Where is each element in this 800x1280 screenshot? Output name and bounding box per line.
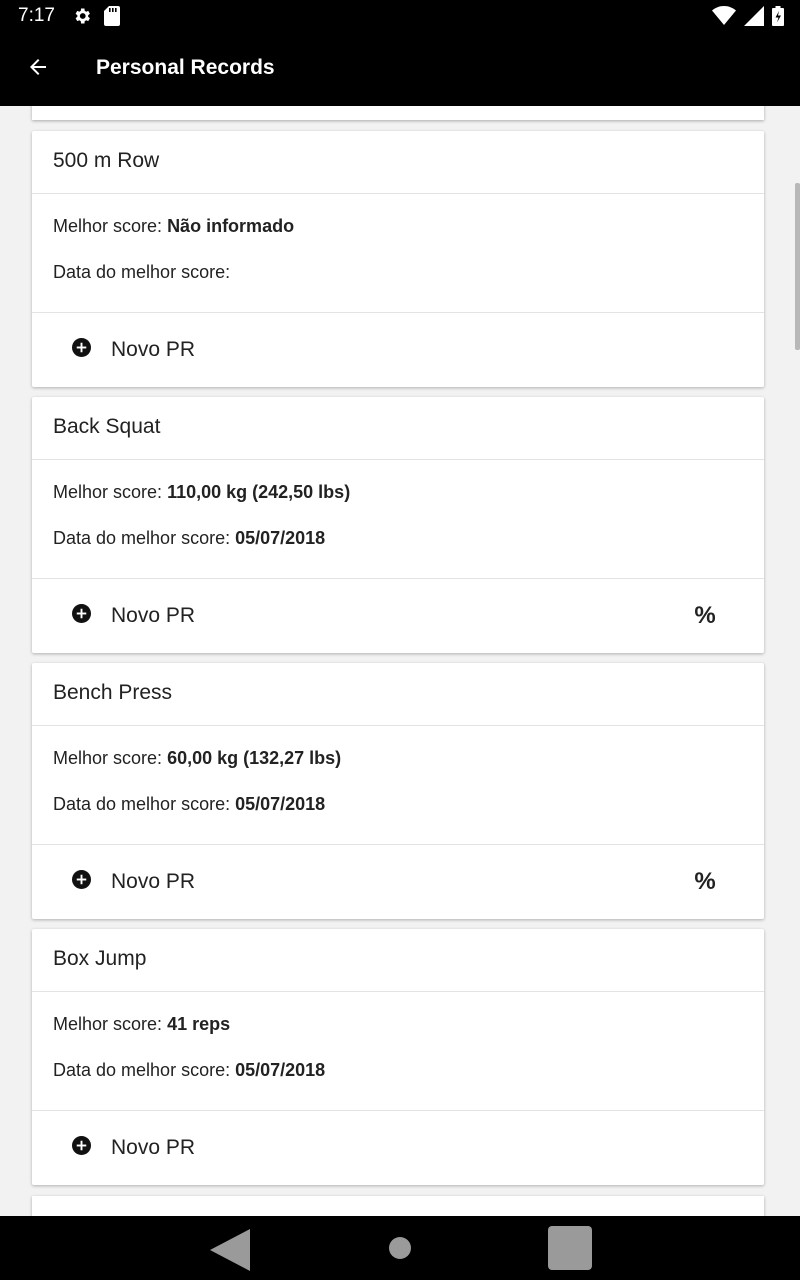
add-circle-icon: [72, 1135, 91, 1161]
record-name: 500 m Row: [32, 131, 764, 194]
new-pr-label: Novo PR: [111, 870, 196, 893]
record-name: Bench Press: [32, 663, 764, 726]
records-list[interactable]: 500 m Row Melhor score: Não informado Da…: [0, 106, 800, 1216]
add-circle-icon: [72, 869, 91, 895]
nav-recents-icon[interactable]: [548, 1226, 592, 1270]
new-pr-label: Novo PR: [111, 1136, 196, 1159]
signal-icon: [744, 6, 764, 31]
percent-button[interactable]: %: [688, 865, 722, 899]
nav-home-icon[interactable]: [389, 1237, 411, 1259]
new-pr-button[interactable]: Novo PR: [72, 865, 195, 899]
status-time: 7:17: [18, 5, 55, 26]
best-date-label: Data do melhor score:: [53, 262, 231, 282]
best-date-label: Data do melhor score:: [53, 794, 231, 814]
best-date-value: 05/07/2018: [235, 794, 326, 814]
nav-back-icon[interactable]: [208, 1227, 252, 1278]
navigation-bar: [0, 1216, 800, 1280]
record-name: Box Jump: [32, 929, 764, 992]
add-circle-icon: [72, 603, 91, 629]
best-date-label: Data do melhor score:: [53, 528, 231, 548]
best-score-label: Melhor score:: [53, 482, 163, 502]
best-score-value: 41 reps: [167, 1014, 231, 1034]
settings-gear-icon: [72, 6, 92, 31]
best-date-label: Data do melhor score:: [53, 1060, 231, 1080]
new-pr-button[interactable]: Novo PR: [72, 1131, 195, 1165]
record-card-partial: [32, 106, 764, 120]
app-bar: Personal Records: [0, 32, 800, 106]
sd-card-icon: [104, 6, 120, 31]
best-date-row: Data do melhor score: 05/07/2018: [53, 794, 764, 818]
percent-button[interactable]: %: [688, 599, 722, 633]
best-score-value: Não informado: [167, 216, 295, 236]
best-score-row: Melhor score: 110,00 kg (242,50 lbs): [53, 482, 764, 506]
new-pr-button[interactable]: Novo PR: [72, 599, 195, 633]
best-date-value: 05/07/2018: [235, 528, 326, 548]
best-score-value: 60,00 kg (132,27 lbs): [167, 748, 342, 768]
best-date-row: Data do melhor score: 05/07/2018: [53, 1060, 764, 1084]
best-score-label: Melhor score:: [53, 1014, 163, 1034]
new-pr-button[interactable]: Novo PR: [72, 333, 195, 367]
new-pr-label: Novo PR: [111, 338, 196, 361]
best-score-row: Melhor score: Não informado: [53, 216, 764, 240]
record-card-partial: [32, 1196, 764, 1216]
battery-icon: [772, 6, 784, 31]
record-card: 500 m Row Melhor score: Não informado Da…: [32, 131, 764, 387]
record-name: Back Squat: [32, 397, 764, 460]
best-score-value: 110,00 kg (242,50 lbs): [167, 482, 351, 502]
best-score-label: Melhor score:: [53, 216, 163, 236]
record-card: Bench Press Melhor score: 60,00 kg (132,…: [32, 663, 764, 919]
back-button[interactable]: [18, 49, 58, 89]
arrow-back-icon: [26, 55, 50, 84]
best-date-row: Data do melhor score: 05/07/2018: [53, 528, 764, 552]
new-pr-label: Novo PR: [111, 604, 196, 627]
best-date-value: 05/07/2018: [235, 1060, 326, 1080]
status-bar: 7:17: [0, 0, 800, 32]
best-score-label: Melhor score:: [53, 748, 163, 768]
best-date-row: Data do melhor score:: [53, 262, 764, 286]
scrollbar[interactable]: [795, 183, 800, 350]
best-score-row: Melhor score: 41 reps: [53, 1014, 764, 1038]
best-score-row: Melhor score: 60,00 kg (132,27 lbs): [53, 748, 764, 772]
page-title: Personal Records: [96, 56, 275, 79]
wifi-icon: [712, 6, 736, 31]
record-card: Back Squat Melhor score: 110,00 kg (242,…: [32, 397, 764, 653]
add-circle-icon: [72, 337, 91, 363]
record-card: Box Jump Melhor score: 41 reps Data do m…: [32, 929, 764, 1185]
